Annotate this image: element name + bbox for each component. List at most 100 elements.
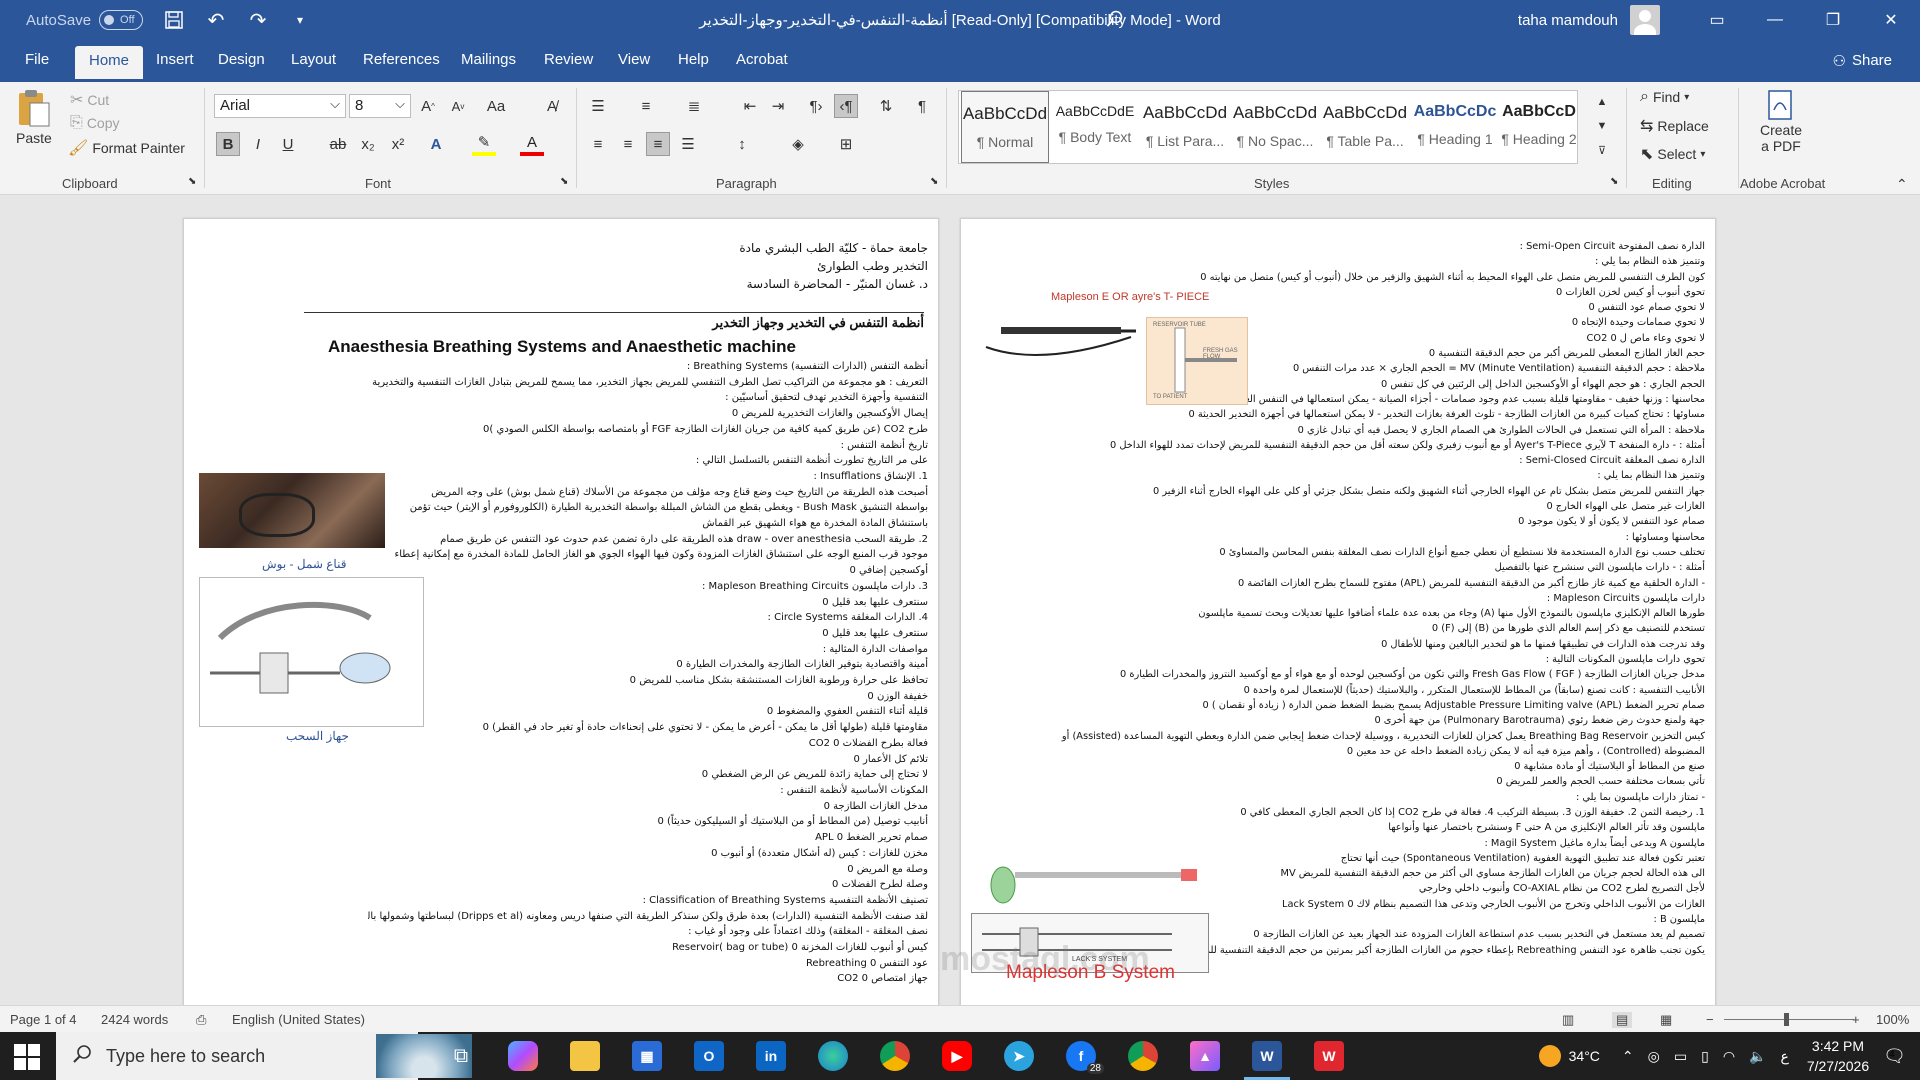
bold-icon[interactable]: B bbox=[216, 132, 240, 156]
strikethrough-icon[interactable]: ab bbox=[326, 132, 350, 156]
style-body-text[interactable]: AaBbCcDdE ¶ Body Text bbox=[1051, 91, 1139, 163]
text-effects-icon[interactable]: A bbox=[424, 132, 448, 156]
font-launcher-icon[interactable]: ⬊ bbox=[560, 176, 568, 187]
facebook-icon[interactable]: f 28 bbox=[1050, 1032, 1112, 1080]
style-heading-2[interactable]: AaBbCcD ¶ Heading 2 bbox=[1499, 91, 1579, 163]
proofing-icon[interactable]: ⎙ bbox=[196, 1012, 206, 1028]
create-pdf-button[interactable]: Create a PDF bbox=[1760, 90, 1802, 154]
replace-button[interactable]: ⇆ Replace bbox=[1640, 116, 1709, 136]
zoom-slider[interactable] bbox=[1724, 1019, 1854, 1020]
tab-insert[interactable]: Insert bbox=[156, 51, 194, 68]
taskbar-search[interactable]: Type here to search bbox=[56, 1032, 472, 1080]
print-layout-icon[interactable]: ▤ bbox=[1612, 1012, 1633, 1028]
save-icon[interactable] bbox=[160, 6, 188, 34]
chrome-profile-icon[interactable] bbox=[1112, 1032, 1174, 1080]
styles-launcher-icon[interactable]: ⬊ bbox=[1610, 176, 1618, 187]
style-list-paragraph[interactable]: AaBbCcDd ¶ List Para... bbox=[1141, 91, 1229, 163]
tab-mailings[interactable]: Mailings bbox=[461, 51, 516, 68]
styles-scroll-down-icon[interactable]: ▼ bbox=[1590, 114, 1614, 138]
web-layout-icon[interactable]: ▦ bbox=[1660, 1012, 1672, 1028]
vpn-icon[interactable]: ◎ bbox=[1648, 1048, 1660, 1065]
font-size-select[interactable]: 8 ⌵ bbox=[349, 94, 411, 118]
youtube-icon[interactable]: ▶ bbox=[926, 1032, 988, 1080]
ltr-icon[interactable]: ¶› bbox=[804, 94, 828, 118]
telegram-icon[interactable]: ➤ bbox=[988, 1032, 1050, 1080]
restore-icon[interactable]: ❐ bbox=[1804, 0, 1862, 40]
read-mode-icon[interactable]: ▥ bbox=[1562, 1012, 1574, 1028]
share-button[interactable]: ⚇ Share bbox=[1833, 52, 1892, 70]
format-painter-button[interactable]: 🖌 Format Painter bbox=[68, 138, 185, 158]
input-language[interactable]: ع bbox=[1780, 1048, 1788, 1065]
temperature[interactable]: 34°C bbox=[1569, 1048, 1600, 1064]
zoom-thumb[interactable] bbox=[1784, 1013, 1789, 1026]
page-1[interactable]: جامعة حماة - كليّة الطب البشري مادة التخ… bbox=[183, 218, 939, 1005]
sort-icon[interactable]: ⇅ bbox=[874, 94, 898, 118]
change-case-icon[interactable]: Aa bbox=[484, 94, 508, 118]
search-icon[interactable] bbox=[1106, 10, 1124, 33]
page-2[interactable]: الدارة نصف المفتوحة Semi-Open Circuit : و… bbox=[960, 218, 1716, 1005]
avatar[interactable] bbox=[1630, 5, 1660, 35]
tab-view[interactable]: View bbox=[618, 51, 650, 68]
borders-icon[interactable]: ⊞ bbox=[834, 132, 858, 156]
clear-formatting-icon[interactable]: A̸ bbox=[540, 94, 564, 118]
tab-references[interactable]: References bbox=[363, 51, 440, 68]
tab-file[interactable]: File bbox=[25, 51, 49, 68]
copilot-icon[interactable] bbox=[492, 1032, 554, 1080]
autosave[interactable]: AutoSave Off bbox=[26, 10, 144, 30]
ribbon-display-icon[interactable]: ▭ bbox=[1688, 0, 1746, 40]
autosave-toggle[interactable]: Off bbox=[99, 10, 144, 30]
tab-home[interactable]: Home bbox=[75, 46, 144, 79]
align-left-icon[interactable]: ≡ bbox=[586, 132, 610, 156]
highlight-icon[interactable]: ✎ bbox=[472, 132, 496, 156]
line-spacing-icon[interactable]: ↕ bbox=[730, 132, 754, 156]
zoom-level[interactable]: 100% bbox=[1876, 1012, 1909, 1027]
collapse-ribbon-icon[interactable]: ⌃ bbox=[1896, 176, 1908, 193]
network-icon[interactable]: ▭ bbox=[1674, 1048, 1687, 1065]
paste-button[interactable]: Paste bbox=[16, 88, 52, 146]
multilevel-list-icon[interactable]: ≣ bbox=[682, 94, 706, 118]
style-heading-1[interactable]: AaBbCcDc ¶ Heading 1 bbox=[1411, 91, 1499, 163]
shrink-font-icon[interactable]: Av bbox=[446, 94, 470, 118]
arc-icon[interactable]: ▲ bbox=[1174, 1032, 1236, 1080]
language[interactable]: English (United States) bbox=[232, 1012, 365, 1027]
word-icon[interactable]: W bbox=[1236, 1032, 1298, 1080]
style-table-paragraph[interactable]: AaBbCcDd ¶ Table Pa... bbox=[1321, 91, 1409, 163]
zoom-in-icon[interactable]: + bbox=[1852, 1012, 1860, 1027]
zoom-out-icon[interactable]: − bbox=[1706, 1012, 1714, 1027]
clipboard-launcher-icon[interactable]: ⬊ bbox=[188, 176, 196, 187]
tray-chevron-icon[interactable]: ⌃ bbox=[1622, 1048, 1634, 1065]
tab-review[interactable]: Review bbox=[544, 51, 593, 68]
copy-button[interactable]: ⎘ Copy bbox=[70, 114, 120, 132]
superscript-icon[interactable]: x² bbox=[386, 132, 410, 156]
username[interactable]: taha mamdouh bbox=[1518, 12, 1618, 29]
clock[interactable]: 3:42 PM 7/27/2026 bbox=[1807, 1036, 1869, 1076]
paragraph-launcher-icon[interactable]: ⬊ bbox=[930, 176, 938, 187]
document-area[interactable]: جامعة حماة - كليّة الطب البشري مادة التخ… bbox=[0, 195, 1920, 1005]
notifications-icon[interactable]: 🗨 4 bbox=[1883, 1046, 1906, 1067]
style-no-spacing[interactable]: AaBbCcDd ¶ No Spac... bbox=[1231, 91, 1319, 163]
close-icon[interactable]: ✕ bbox=[1862, 0, 1920, 40]
cut-button[interactable]: ✂ Cut bbox=[70, 90, 109, 110]
shading-icon[interactable]: ◈ bbox=[786, 132, 810, 156]
underline-icon[interactable]: U bbox=[276, 132, 300, 156]
undo-icon[interactable]: ↶ bbox=[202, 6, 230, 34]
tab-layout[interactable]: Layout bbox=[291, 51, 336, 68]
wifi-icon[interactable]: ◠ bbox=[1723, 1048, 1735, 1065]
subscript-icon[interactable]: x₂ bbox=[356, 132, 380, 156]
numbering-icon[interactable]: ≡ bbox=[634, 94, 658, 118]
align-center-icon[interactable]: ≡ bbox=[616, 132, 640, 156]
edge-icon[interactable] bbox=[802, 1032, 864, 1080]
redo-icon[interactable]: ↷ bbox=[244, 6, 272, 34]
bullets-icon[interactable]: ☰ bbox=[586, 94, 610, 118]
tab-acrobat[interactable]: Acrobat bbox=[736, 51, 788, 68]
outlook-icon[interactable]: O bbox=[678, 1032, 740, 1080]
file-explorer-icon[interactable] bbox=[554, 1032, 616, 1080]
windows-start-icon[interactable] bbox=[14, 1044, 40, 1070]
volume-icon[interactable]: 🔈 bbox=[1749, 1048, 1766, 1065]
word-count[interactable]: 2424 words bbox=[101, 1012, 168, 1027]
rtl-icon[interactable]: ‹¶ bbox=[834, 94, 858, 118]
task-view-icon[interactable]: ⧉ bbox=[430, 1032, 492, 1080]
find-button[interactable]: ⌕ Find ▾ bbox=[1640, 88, 1689, 106]
minimize-icon[interactable]: — bbox=[1746, 0, 1804, 40]
justify-icon[interactable]: ☰ bbox=[676, 132, 700, 156]
